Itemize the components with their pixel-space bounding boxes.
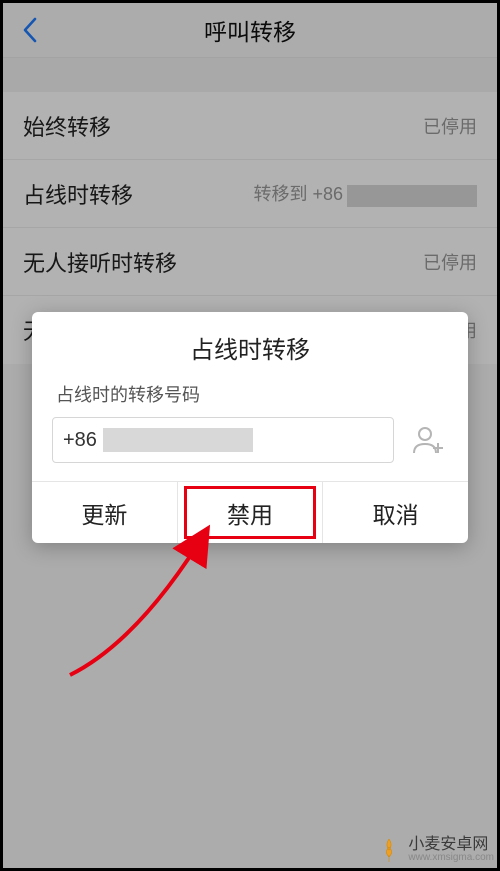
dialog-input-row: +86 [32, 417, 468, 481]
person-add-icon [411, 423, 445, 457]
dialog-title: 占线时转移 [32, 312, 468, 375]
disable-button[interactable]: 禁用 [177, 482, 323, 543]
button-label: 更新 [81, 496, 127, 530]
forward-dialog: 占线时转移 占线时的转移号码 +86 更新 禁用 取消 [32, 312, 468, 543]
button-label: 取消 [373, 496, 419, 530]
watermark-domain: www.xmsigma.com [408, 852, 494, 863]
wheat-icon [376, 837, 402, 863]
dialog-subtitle: 占线时的转移号码 [32, 375, 468, 417]
update-button[interactable]: 更新 [32, 482, 177, 543]
dialog-buttons: 更新 禁用 取消 [32, 481, 468, 543]
redacted-number-input [103, 428, 253, 452]
phone-input[interactable]: +86 [52, 417, 394, 463]
cancel-button[interactable]: 取消 [322, 482, 468, 543]
watermark: 小麦安卓网 www.xmsigma.com [376, 836, 494, 863]
add-contact-button[interactable] [408, 420, 448, 460]
input-prefix: +86 [63, 429, 97, 452]
button-label: 禁用 [227, 496, 273, 530]
